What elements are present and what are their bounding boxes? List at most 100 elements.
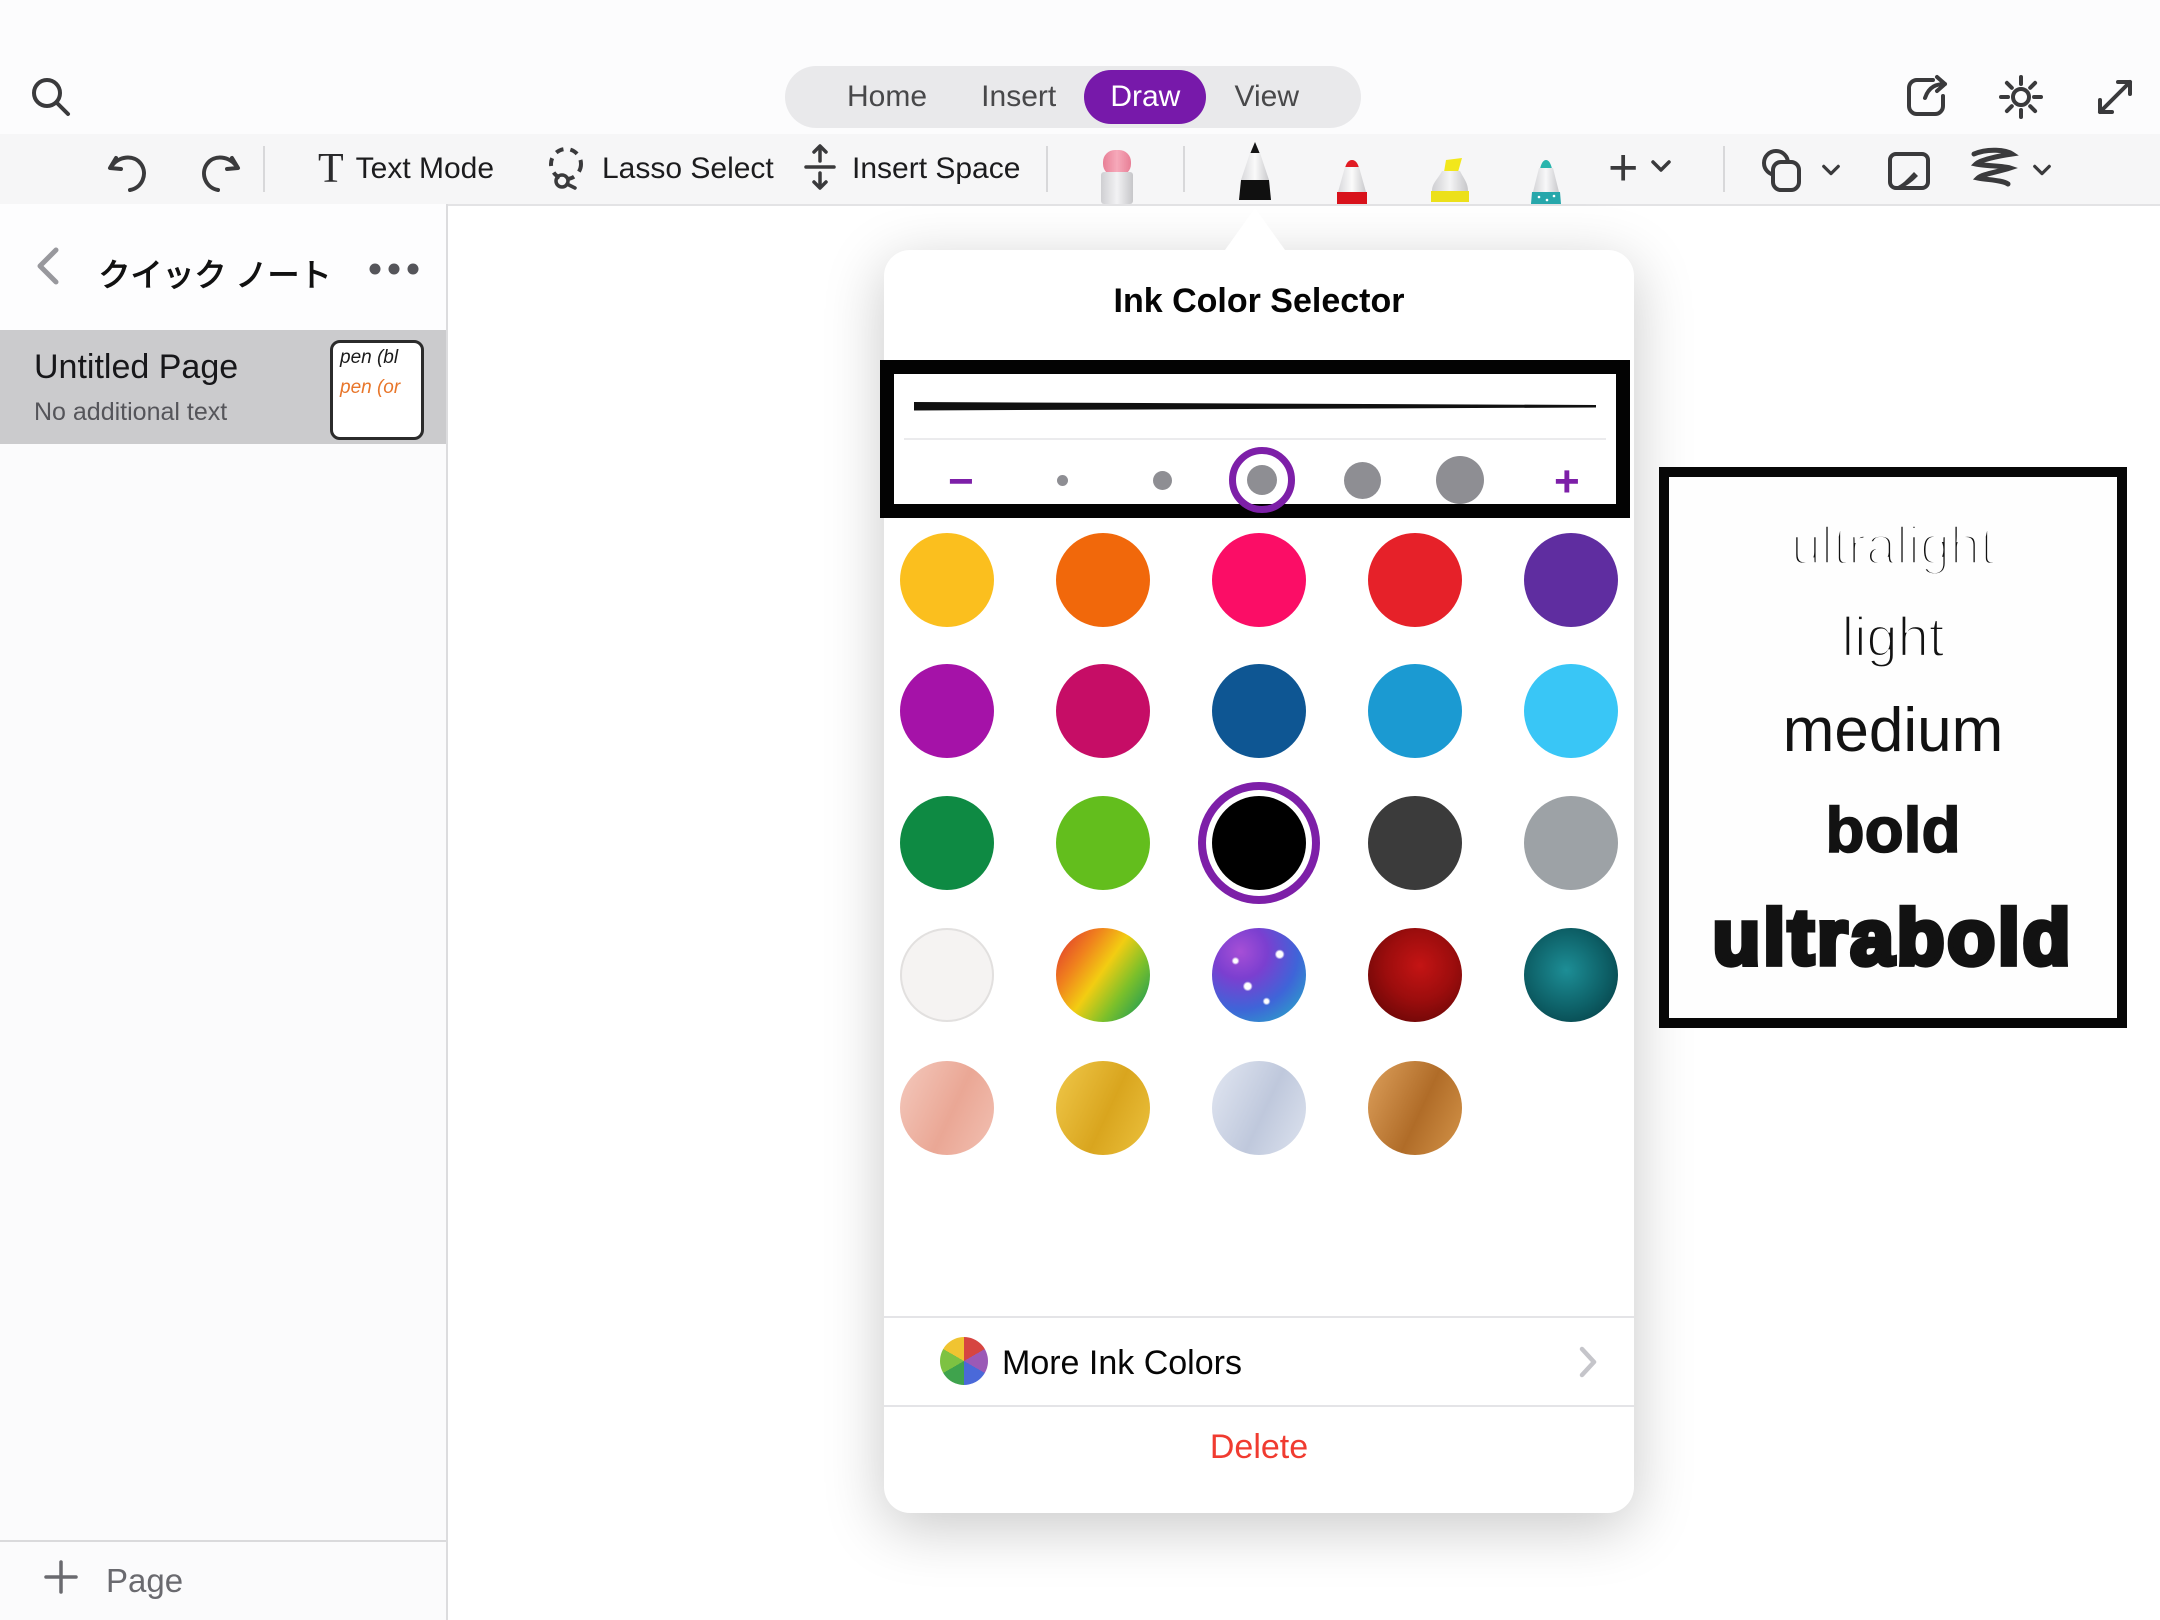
undo-icon[interactable]: [104, 152, 152, 194]
page-thumbnail: pen (blpen (or: [330, 340, 424, 440]
swatch-gray[interactable]: [1524, 796, 1618, 890]
swatch-rainbow-glitter[interactable]: [1056, 928, 1150, 1022]
insert-space-label: Insert Space: [852, 152, 1020, 186]
thumbnail-ink-text: pen (bl: [333, 343, 421, 373]
page-list-sidebar: クイック ノート Untitled Page No additional tex…: [0, 204, 448, 1620]
lasso-select-label: Lasso Select: [602, 152, 774, 186]
search-icon[interactable]: [28, 74, 74, 120]
teal-pencil-tool[interactable]: [1521, 160, 1571, 209]
red-pen-tool[interactable]: [1326, 160, 1378, 209]
toolbar-divider: [1723, 146, 1725, 192]
thumbnail-ink-text: pen (or: [333, 373, 421, 403]
chevron-down-icon: [1821, 163, 1841, 182]
thickness-section: − +: [880, 360, 1630, 518]
thickness-dot-5[interactable]: [1436, 456, 1484, 504]
draw-toolbar: T Text Mode Lasso Select Insert Space: [0, 134, 2160, 206]
insert-space-icon: [800, 143, 840, 196]
settings-gear-icon[interactable]: [1996, 72, 2046, 122]
add-page-button[interactable]: Page: [0, 1540, 446, 1620]
page-list-item-selected[interactable]: Untitled Page No additional text pen (bl…: [0, 330, 446, 444]
more-menu-icon[interactable]: [368, 262, 420, 276]
page-title: Untitled Page: [34, 348, 238, 387]
thickness-increase-button[interactable]: +: [1554, 460, 1580, 504]
swatch-gold-metallic[interactable]: [1056, 1061, 1150, 1155]
handwriting-bold: bold: [1825, 798, 1960, 862]
swatch-orange[interactable]: [1056, 533, 1150, 627]
thickness-dot-4[interactable]: [1344, 462, 1381, 499]
highlighter-tool[interactable]: [1422, 158, 1478, 209]
swatch-lime-green[interactable]: [1056, 796, 1150, 890]
more-ink-colors-label: More Ink Colors: [1002, 1344, 1242, 1383]
delete-button[interactable]: Delete: [884, 1428, 1634, 1467]
tab-draw[interactable]: Draw: [1084, 70, 1206, 124]
chevron-down-icon: [2032, 163, 2052, 182]
swatch-dark-gray[interactable]: [1368, 796, 1462, 890]
swatch-garnet-red[interactable]: [1368, 928, 1462, 1022]
ink-to-shape-button[interactable]: [1968, 146, 2052, 199]
redo-icon[interactable]: [196, 152, 244, 194]
stroke-weight-samples: ultralight light medium bold ultrabold: [1659, 467, 2127, 1028]
toolbar-divider: [1183, 146, 1185, 192]
shapes-icon: [1757, 146, 1809, 199]
chevron-down-icon: [1650, 159, 1672, 178]
swatch-gold[interactable]: [900, 533, 994, 627]
handwriting-ultralight: ultralight: [1791, 519, 1995, 573]
back-chevron-icon[interactable]: [34, 246, 60, 286]
add-pen-button[interactable]: +: [1608, 142, 1672, 194]
thickness-dot-row: [894, 374, 1616, 504]
text-mode-button[interactable]: T Text Mode: [318, 146, 494, 192]
swatch-white[interactable]: [900, 928, 994, 1022]
swatch-green[interactable]: [900, 796, 994, 890]
toolbar-divider: [1046, 146, 1048, 192]
handwriting-ultrabold: ultrabold: [1713, 898, 2074, 976]
thickness-selected-ring: [1229, 447, 1295, 513]
expand-icon[interactable]: [2090, 72, 2140, 122]
top-bar: HomeInsertDrawView: [0, 0, 2160, 134]
add-page-label: Page: [106, 1562, 183, 1600]
divider: [884, 1405, 1634, 1407]
swatch-sky-blue[interactable]: [1524, 664, 1618, 758]
text-mode-label: Text Mode: [356, 152, 494, 186]
share-icon[interactable]: [1903, 72, 1953, 122]
swatch-raspberry[interactable]: [1056, 664, 1150, 758]
black-pen-tool[interactable]: [1225, 142, 1285, 209]
more-ink-colors-button[interactable]: More Ink Colors: [940, 1335, 1580, 1391]
eraser-tool[interactable]: [1089, 148, 1145, 209]
swatch-ocean-teal[interactable]: [1524, 928, 1618, 1022]
swatch-galaxy[interactable]: [1212, 928, 1306, 1022]
shapes-button[interactable]: [1757, 146, 1841, 199]
sidebar-header: クイック ノート: [0, 204, 446, 330]
handwriting-light: light: [1842, 609, 1945, 665]
tab-home[interactable]: Home: [821, 70, 953, 124]
swatch-rose-gold[interactable]: [900, 1061, 994, 1155]
thickness-dot-2[interactable]: [1153, 471, 1172, 490]
text-mode-icon: T: [318, 148, 344, 190]
swatch-pink[interactable]: [1212, 533, 1306, 627]
handwriting-medium: medium: [1783, 700, 2004, 762]
swatch-bronze[interactable]: [1368, 1061, 1462, 1155]
onenote-app-window: HomeInsertDrawView T Text Mode Lasso Sel…: [0, 0, 2160, 1620]
scribble-icon: [1968, 146, 2020, 199]
divider: [884, 1316, 1634, 1318]
swatch-purple[interactable]: [1524, 533, 1618, 627]
swatch-navy-blue[interactable]: [1212, 664, 1306, 758]
color-wheel-icon: [940, 1337, 988, 1385]
page-subtitle: No additional text: [34, 398, 227, 427]
tab-view[interactable]: View: [1209, 70, 1325, 124]
notebook-title: クイック ノート: [90, 250, 340, 296]
swatch-red[interactable]: [1368, 533, 1462, 627]
swatch-black[interactable]: [1212, 796, 1306, 890]
swatch-blue[interactable]: [1368, 664, 1462, 758]
insert-space-button[interactable]: Insert Space: [800, 146, 1020, 192]
plus-icon: [44, 1560, 78, 1602]
toolbar-divider: [263, 146, 265, 192]
lasso-icon: [542, 143, 590, 196]
swatch-magenta[interactable]: [900, 664, 994, 758]
swatch-silver[interactable]: [1212, 1061, 1306, 1155]
lasso-select-button[interactable]: Lasso Select: [542, 146, 774, 192]
thickness-dot-1[interactable]: [1057, 475, 1068, 486]
chevron-right-icon: [1578, 1345, 1598, 1384]
ribbon-tabs: HomeInsertDrawView: [785, 66, 1361, 128]
tab-insert[interactable]: Insert: [955, 70, 1082, 124]
ink-annotate-icon[interactable]: [1884, 148, 1934, 194]
